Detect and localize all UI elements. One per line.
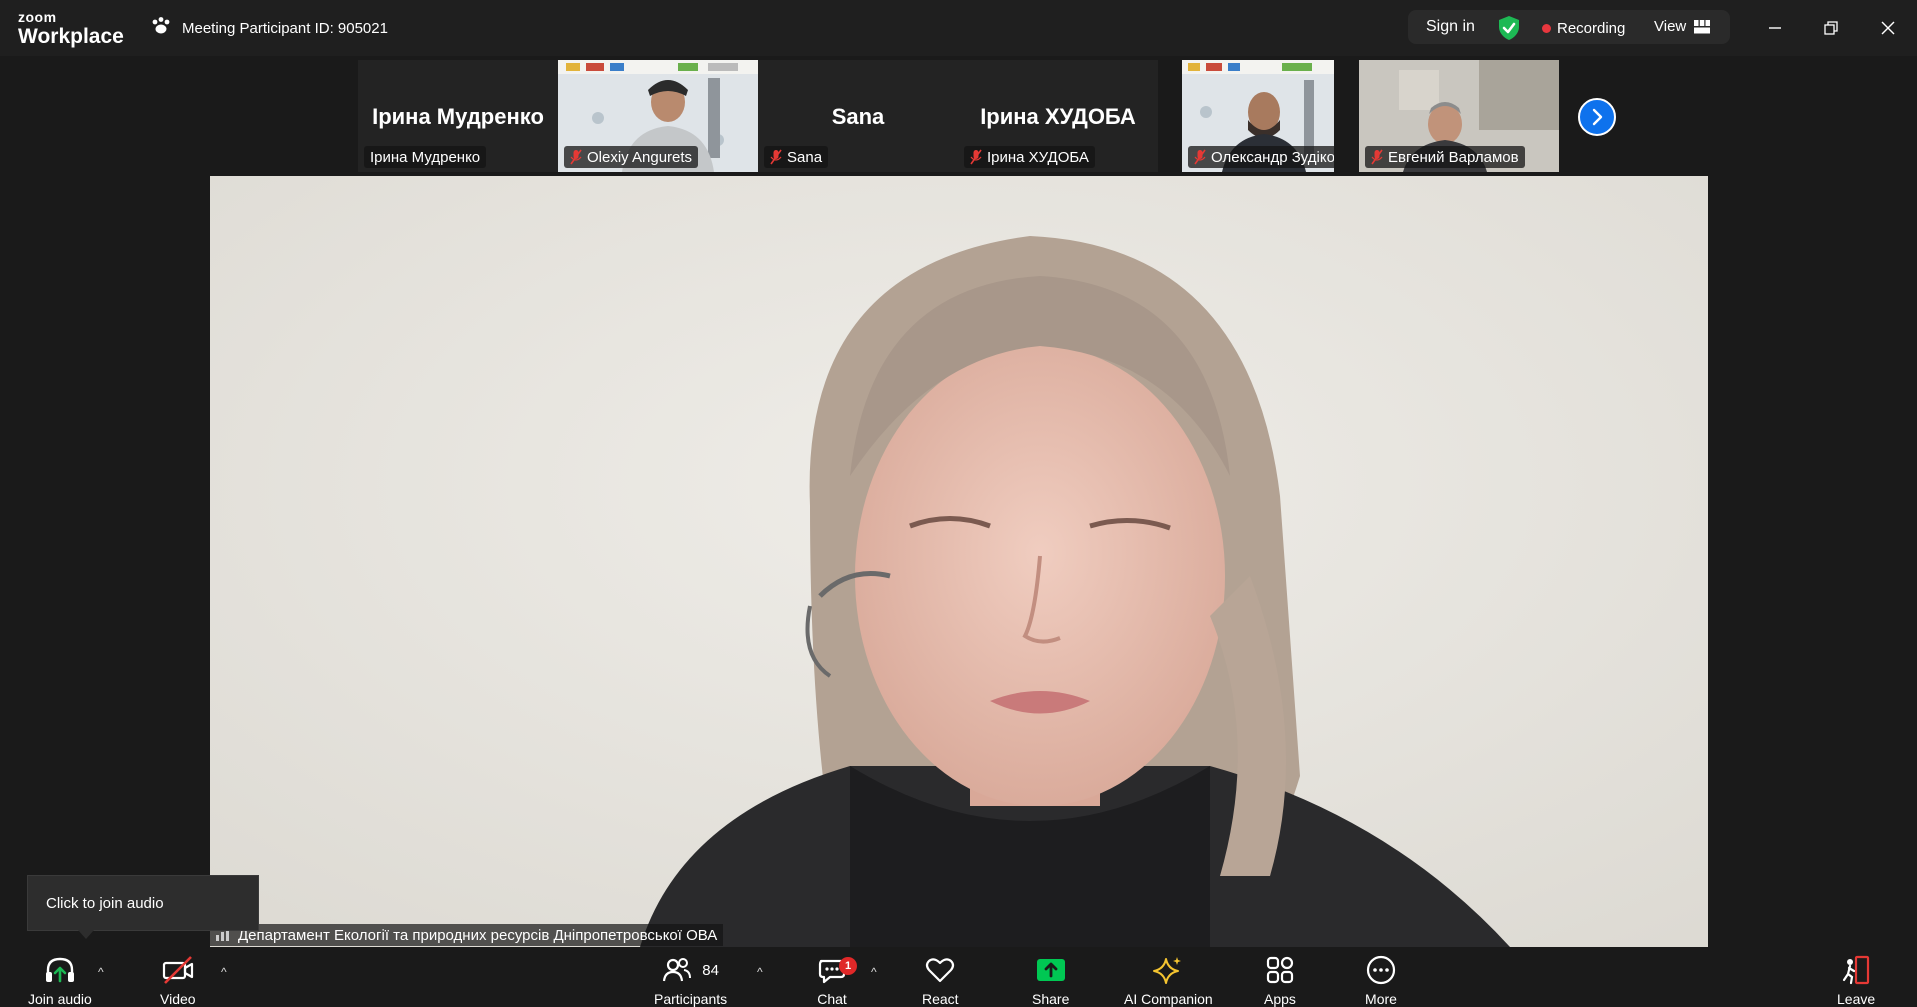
participant-name-tag: Olexiy Angurets [564, 146, 699, 168]
apps-icon [1266, 956, 1294, 984]
sign-in-button[interactable]: Sign in [1426, 18, 1475, 36]
react-button[interactable]: React [922, 955, 959, 1007]
zoom-workplace-logo: zoom Workplace [18, 10, 124, 47]
apps-label: Apps [1264, 991, 1296, 1007]
meeting-info[interactable]: Meeting Participant ID: 905021 [150, 16, 388, 40]
participant-tile[interactable]: Олександр Зудіков [1182, 60, 1334, 172]
brand-small: zoom [18, 9, 57, 25]
participant-name-tag: Олександр Зудіков [1188, 146, 1334, 168]
mic-muted-icon [570, 149, 582, 165]
leave-button[interactable]: Leave [1837, 955, 1875, 1007]
minimize-button[interactable] [1761, 14, 1789, 42]
close-icon [1881, 21, 1895, 35]
video-options-caret[interactable]: ^ [221, 965, 227, 979]
meeting-id-text: Meeting Participant ID: 905021 [182, 19, 388, 37]
participants-label: Participants [654, 991, 728, 1007]
participant-name-tag: Ірина ХУДОБА [964, 146, 1095, 168]
share-label: Share [1032, 991, 1070, 1007]
view-button[interactable]: View [1654, 18, 1711, 35]
chat-unread-badge: 1 [839, 957, 857, 975]
participant-tile[interactable]: Ірина Мудренко Ірина Мудренко [358, 60, 558, 172]
heart-icon [926, 958, 955, 983]
restore-icon [1824, 21, 1838, 35]
ai-companion-label: AI Companion [1124, 991, 1213, 1007]
participant-name-tag: Евгений Варламов [1365, 146, 1525, 168]
participants-options-caret[interactable]: ^ [757, 965, 763, 979]
participants-icon [663, 958, 692, 982]
mic-muted-icon [770, 149, 782, 165]
react-label: React [922, 991, 959, 1007]
sparkle-icon [1153, 957, 1182, 984]
share-button[interactable]: Share [1032, 955, 1069, 1007]
participant-tile[interactable]: Ірина ХУДОБА Ірина ХУДОБА [958, 60, 1158, 172]
mic-muted-icon [1194, 149, 1206, 165]
meeting-toolbar: Join audio ^ Video ^ 84 Participants ^ C [0, 947, 1917, 1007]
participant-tile[interactable]: Евгений Варламов [1359, 60, 1559, 172]
audio-options-caret[interactable]: ^ [98, 965, 104, 979]
close-button[interactable] [1874, 14, 1902, 42]
active-speaker-name-tag: Департамент Екології та природних ресурс… [210, 924, 724, 946]
active-speaker-video [210, 176, 1708, 947]
chat-label: Chat [817, 991, 847, 1007]
video-off-icon [162, 956, 193, 984]
participant-name: Олександр Зудіков [1211, 148, 1334, 166]
leave-icon [1842, 955, 1870, 985]
next-page-button[interactable] [1578, 98, 1616, 136]
headphones-icon [45, 957, 74, 983]
apps-button[interactable]: Apps [1264, 955, 1296, 1007]
share-screen-icon [1036, 959, 1065, 981]
restore-button[interactable] [1817, 14, 1845, 42]
join-audio-tooltip: Click to join audio [27, 875, 259, 939]
leave-label: Leave [1837, 991, 1876, 1007]
mic-muted-icon [970, 149, 982, 165]
participant-display-name: Sana [831, 104, 885, 129]
participants-button[interactable]: 84 Participants [654, 955, 727, 1007]
speaker-video-feed [210, 176, 1708, 947]
join-audio-label: Join audio [28, 991, 92, 1007]
title-bar: zoom Workplace Meeting Participant ID: 9… [0, 0, 1917, 56]
participant-tile[interactable]: Sana Sana [758, 60, 958, 172]
tooltip-text: Click to join audio [46, 894, 164, 912]
paw-icon [150, 16, 172, 40]
participants-count: 84 [702, 961, 719, 979]
view-label: View [1654, 18, 1687, 35]
participant-name-tag: Sana [764, 146, 829, 168]
chevron-right-icon [1592, 108, 1603, 126]
recording-indicator[interactable]: Recording [1542, 20, 1625, 37]
video-button[interactable]: Video [160, 955, 196, 1007]
participant-display-name: Ірина ХУДОБА [980, 104, 1136, 129]
more-label: More [1365, 991, 1397, 1007]
participant-tile[interactable]: Olexiy Angurets [558, 60, 758, 172]
record-dot-icon [1542, 24, 1551, 33]
grid-icon [1694, 19, 1711, 33]
shield-check-icon[interactable] [1497, 15, 1521, 46]
more-button[interactable]: More [1365, 955, 1397, 1007]
participant-display-name: Ірина Мудренко [372, 104, 544, 129]
participant-name: Ірина Мудренко [370, 148, 481, 166]
minimize-icon [1769, 27, 1781, 29]
join-audio-button[interactable]: Join audio [28, 955, 92, 1007]
participant-name: Sana [787, 148, 823, 166]
participant-name: Ірина ХУДОБА [987, 148, 1089, 166]
ai-companion-button[interactable]: AI Companion [1124, 955, 1213, 1007]
participant-name-tag: Ірина Мудренко [364, 146, 487, 168]
chat-options-caret[interactable]: ^ [871, 965, 877, 979]
participant-name: Olexiy Angurets [587, 148, 693, 166]
header-actions: Sign in Recording View [1408, 10, 1730, 44]
brand-large: Workplace [18, 25, 124, 48]
speaker-name: Департамент Екології та природних ресурс… [238, 926, 718, 944]
more-icon [1366, 955, 1396, 985]
video-label: Video [160, 991, 196, 1007]
participant-name: Евгений Варламов [1388, 148, 1519, 166]
mic-muted-icon [1371, 149, 1383, 165]
recording-label: Recording [1557, 20, 1626, 37]
